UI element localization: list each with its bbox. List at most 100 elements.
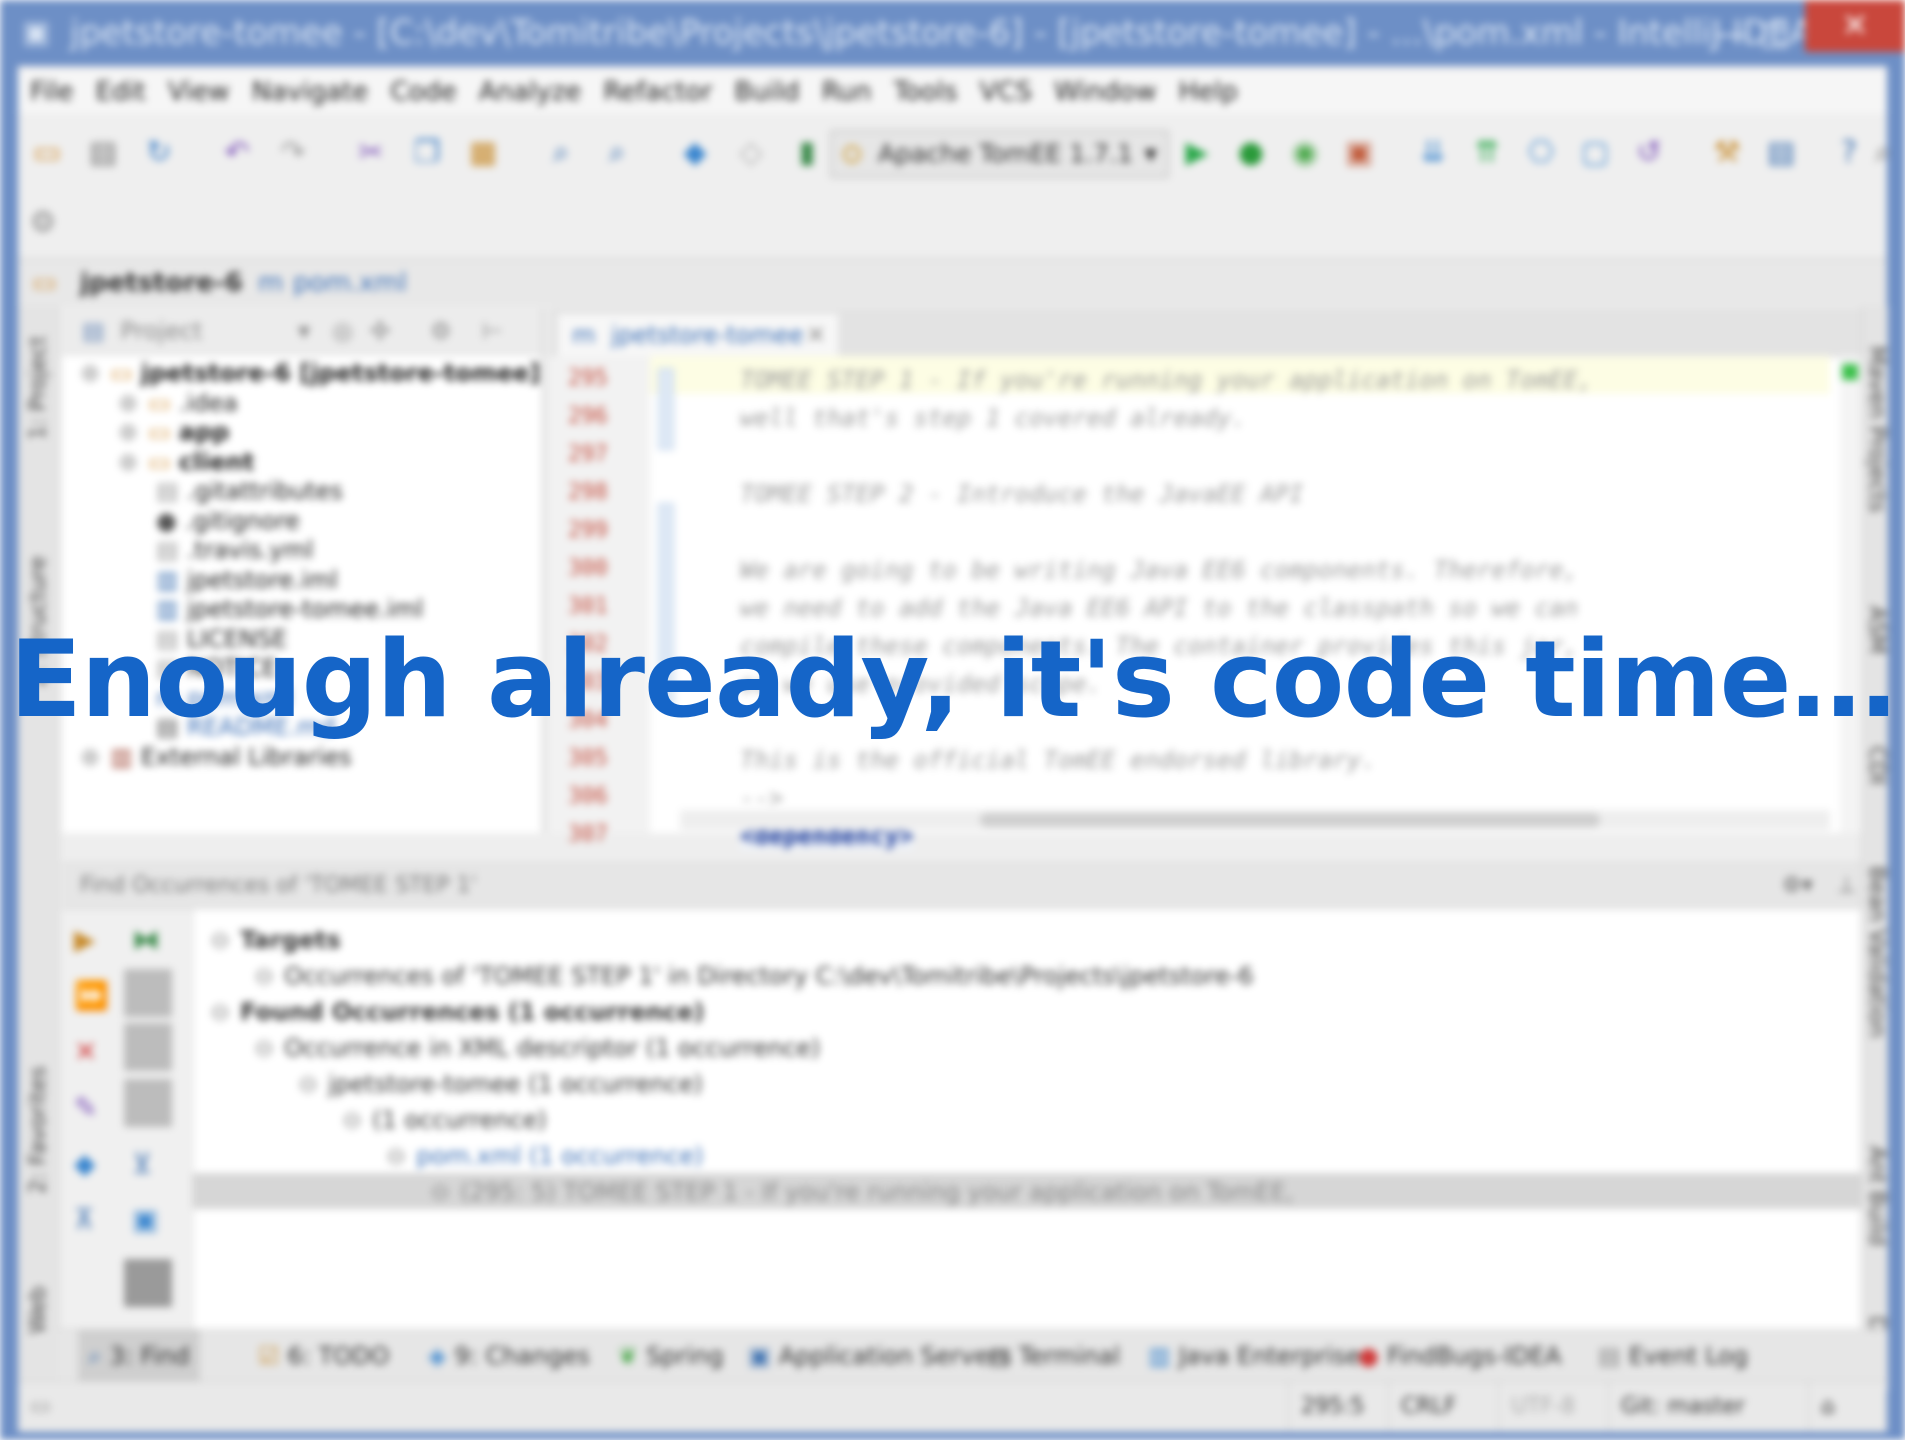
toggle-button[interactable]	[124, 969, 172, 1017]
menu-item-file[interactable]: File	[30, 77, 74, 107]
project-view-select[interactable]: Project	[120, 317, 202, 345]
search-icon[interactable]: ⌕	[1864, 134, 1902, 172]
run-icon[interactable]: ▶	[1178, 134, 1216, 172]
expand-icon[interactable]: ⊖	[210, 926, 230, 954]
editor-tab[interactable]: m jpetstore-tomee ✕	[558, 314, 838, 356]
find-result-row[interactable]: ⊖ (1 occurrence)	[342, 1103, 547, 1137]
tool-tab-spring[interactable]: ❦ Spring	[618, 1330, 724, 1382]
line-separator[interactable]: CRLF	[1388, 1382, 1457, 1432]
menu-item-analyze[interactable]: Analyze	[479, 77, 581, 107]
expand-icon[interactable]: ⊕	[118, 418, 138, 446]
tool-window-cdi[interactable]: CDI	[1864, 746, 1889, 785]
tool-tab-event-log[interactable]: ▤ Event Log	[1598, 1330, 1748, 1382]
gear-icon[interactable]: ⚙	[430, 308, 452, 354]
expand-icon[interactable]: ⊖	[430, 1178, 450, 1206]
close-icon[interactable]: ✕	[74, 1035, 97, 1068]
breadcrumb-project[interactable]: jpetstore-6	[80, 260, 243, 306]
find-result-row[interactable]: ⊖ Occurrence in XML descriptor (1 occurre…	[254, 1031, 820, 1065]
pin-icon[interactable]: ✎	[74, 1091, 97, 1124]
copy-icon[interactable]: ❐	[408, 134, 446, 172]
rerun-icon[interactable]: ▶	[74, 923, 96, 956]
debug-icon[interactable]: ●	[1232, 134, 1270, 172]
menu-item-build[interactable]: Build	[734, 77, 799, 107]
sync-icon[interactable]: ↻	[140, 134, 178, 172]
export-icon[interactable]: ▣	[132, 1203, 158, 1236]
tool-tab-6-todo[interactable]: ☑ 6: TODO	[258, 1330, 389, 1382]
save-icon[interactable]: ▤	[84, 134, 122, 172]
expand-icon[interactable]: ⊕	[118, 448, 138, 476]
tool-window-favorites[interactable]: 2: Favorites	[26, 1066, 51, 1194]
expand-icon[interactable]: ⊖	[254, 962, 274, 990]
toggle-button[interactable]	[124, 1079, 172, 1127]
paste-icon[interactable]: ▦	[464, 134, 502, 172]
menu-item-refactor[interactable]: Refactor	[603, 77, 712, 107]
open-folder-icon[interactable]: ▭	[28, 134, 66, 172]
expand-icon[interactable]: ⊖	[298, 1070, 318, 1098]
menu-item-window[interactable]: Window	[1054, 77, 1157, 107]
settings-icon[interactable]: ⚒	[1708, 134, 1746, 172]
find-result-row[interactable]: ⊖ Found Occurrences (1 occurrence)	[210, 995, 704, 1029]
expand-icon[interactable]: ⊕	[80, 359, 100, 387]
find-result-row[interactable]: ⊖ Targets	[210, 923, 341, 957]
expand-icon[interactable]: ⊕	[118, 389, 138, 417]
menu-item-navigate[interactable]: Navigate	[252, 77, 369, 107]
vcs-update-icon[interactable]: ⇊	[1414, 134, 1452, 172]
menu-item-run[interactable]: Run	[822, 77, 872, 107]
maximize-button[interactable]: □	[1745, 10, 1805, 56]
undo-icon[interactable]: ↶	[218, 134, 256, 172]
replace-icon[interactable]: ⌕	[598, 134, 636, 172]
structure-icon[interactable]: ▤	[1762, 134, 1800, 172]
tool-tab-9-changes[interactable]: ◈ 9: Changes	[428, 1330, 590, 1382]
find-icon[interactable]: ⌕	[542, 134, 580, 172]
previous-icon[interactable]: ◆	[74, 1147, 96, 1180]
chevron-down-icon[interactable]: ▾	[298, 308, 310, 354]
find-result-row[interactable]: ⊖ Occurrences of 'TOMEE STEP 1' in Direct…	[254, 959, 1253, 993]
close-icon[interactable]: ✕	[806, 314, 826, 356]
menu-item-view[interactable]: View	[168, 77, 230, 107]
tool-window-bean-validation[interactable]: Bean Validation	[1864, 866, 1889, 1038]
toggle-button[interactable]	[124, 1259, 172, 1307]
scrollbar-thumb[interactable]	[980, 813, 1600, 827]
vcs-branch[interactable]: Git: master	[1608, 1382, 1745, 1432]
horizontal-scrollbar[interactable]	[680, 810, 1830, 830]
menu-item-help[interactable]: Help	[1178, 77, 1237, 107]
menu-item-tools[interactable]: Tools	[893, 77, 957, 107]
tool-tab-3-find[interactable]: ⌕ 3: Find	[78, 1330, 200, 1382]
tool-window-web[interactable]: Web	[26, 1286, 51, 1334]
vcs-commit-icon[interactable]: ⇈	[1468, 134, 1506, 172]
run-config-select[interactable]: ⛭ Apache TomEE 1.7.1 ▾	[830, 130, 1169, 178]
back-icon[interactable]: ◆	[676, 134, 714, 172]
menu-item-vcs[interactable]: VCS	[980, 77, 1032, 107]
forward-icon[interactable]: ◇	[732, 134, 770, 172]
hide-icon[interactable]: ⊢	[482, 308, 503, 354]
stop-icon[interactable]: ▣	[1340, 134, 1378, 172]
status-icon[interactable]: ▭	[30, 1382, 51, 1432]
tool-window-maven[interactable]: Maven Projects	[1864, 346, 1889, 513]
make-icon[interactable]: ▮	[788, 134, 826, 172]
next-icon[interactable]: ⏩	[74, 979, 109, 1012]
find-result-row[interactable]: ⊖ (295: 5) TOMEE STEP 1 - If you're runni…	[430, 1175, 1293, 1209]
expand-icon[interactable]: ⊖	[254, 1034, 274, 1062]
expand-icon[interactable]: ⊕	[80, 743, 100, 771]
tool-tab-java-enterprise[interactable]: ▥ Java Enterprise	[1148, 1330, 1360, 1382]
expand-icon[interactable]: ⊖	[386, 1142, 406, 1170]
close-button[interactable]: ✕	[1805, 0, 1905, 52]
expand-all-icon[interactable]: ⊻	[132, 1147, 153, 1180]
collapse-icon[interactable]: ✣	[370, 308, 390, 354]
cut-icon[interactable]: ✂	[352, 134, 390, 172]
tool-window-ant[interactable]: Ant Build	[1864, 1146, 1889, 1246]
gear-icon[interactable]: ⚙	[24, 204, 62, 242]
breadcrumb-file[interactable]: pom.xml	[293, 260, 407, 306]
expand-icon[interactable]: ⊖	[342, 1106, 362, 1134]
vcs-compare-icon[interactable]: ⎔	[1522, 134, 1560, 172]
code-area[interactable]: 295 TOMEE STEP 1 - If you're running your…	[550, 356, 1830, 850]
file-encoding[interactable]: UTF-8	[1498, 1382, 1575, 1432]
tool-tab-application-servers[interactable]: ▣ Application Servers	[748, 1330, 1012, 1382]
tree-item[interactable]: ⊕ ▥ External Libraries	[80, 740, 352, 774]
tool-tab-findbugs-idea[interactable]: ● FindBugs-IDEA	[1358, 1330, 1561, 1382]
collapse-all-icon[interactable]: ⊼	[74, 1203, 95, 1236]
menu-item-code[interactable]: Code	[390, 77, 457, 107]
find-result-row[interactable]: ⊖ jpetstore-tomee (1 occurrence)	[298, 1067, 703, 1101]
find-result-row[interactable]: ⊖ pom.xml (1 occurrence)	[386, 1139, 704, 1173]
caret-position[interactable]: 295:5	[1288, 1382, 1364, 1432]
